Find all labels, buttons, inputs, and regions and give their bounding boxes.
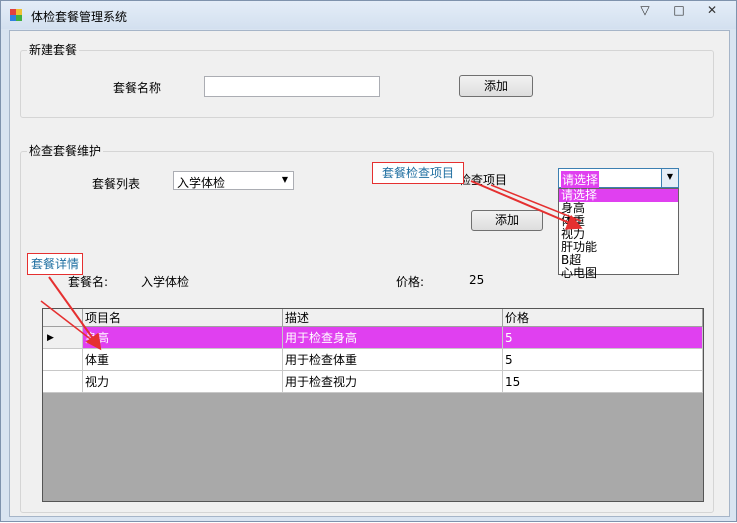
arrow-line [490, 184, 582, 222]
main-window: 体检套餐管理系统 ▽ □ ✕ 新建套餐 套餐名称 添加 检查套餐维护 套餐列表 … [0, 0, 737, 522]
arrow-line [470, 180, 583, 230]
annotation-arrows [40, 180, 583, 351]
arrow-line [40, 300, 94, 342]
